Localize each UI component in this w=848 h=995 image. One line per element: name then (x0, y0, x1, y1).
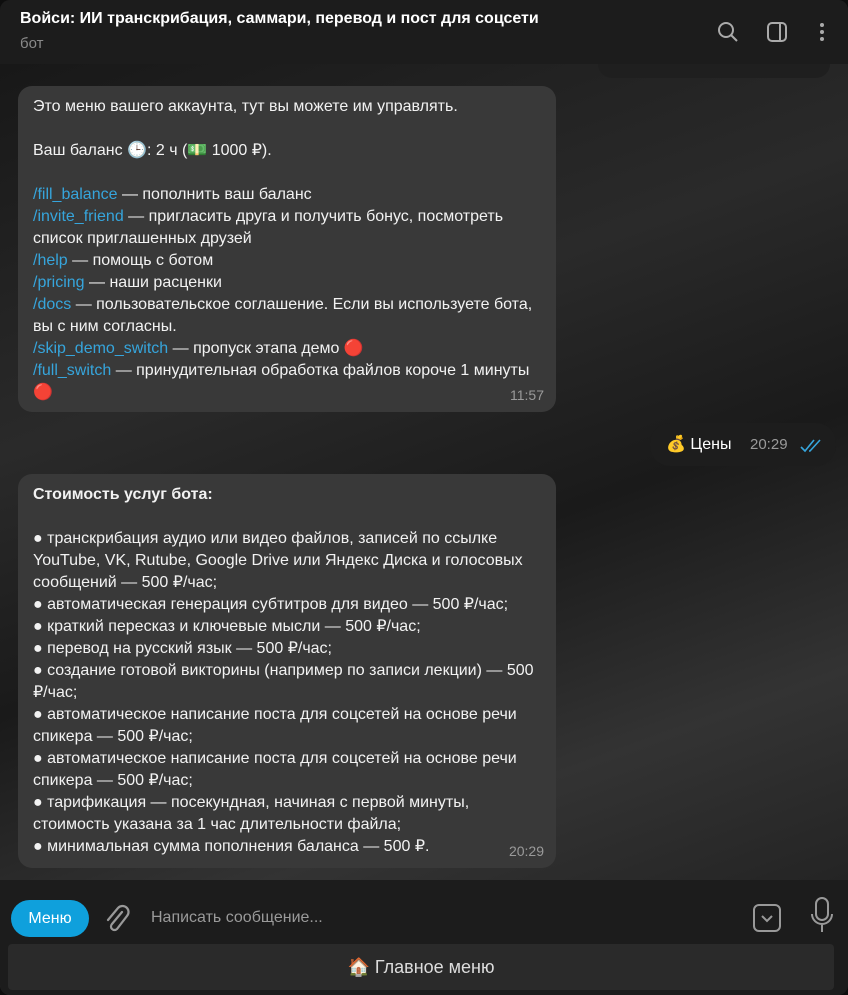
command-description: — пополнить ваш баланс (117, 186, 312, 203)
chat-header: Войси: ИИ транскрибация, саммари, перево… (0, 0, 848, 64)
outgoing-message: 💰 Цены 20:29 (650, 423, 836, 466)
command-description: — наши расценки (84, 274, 222, 291)
message-input[interactable] (140, 898, 730, 938)
balance-text: Ваш баланс 🕒: 2 ч (💵 1000 ₽). (33, 142, 272, 159)
pricing-item: ● автоматическая генерация субтитров для… (33, 596, 509, 613)
command-list: /fill_balance — пополнить ваш баланс/inv… (33, 184, 542, 404)
account-menu-message: Это меню вашего аккаунта, тут вы можете … (18, 86, 556, 412)
previous-message-partial (598, 64, 830, 78)
command-item: /docs — пользовательское соглашение. Есл… (33, 294, 542, 338)
more-vertical-icon[interactable] (810, 20, 834, 44)
composer-bar: Меню 🏠 Главное меню (0, 880, 848, 995)
message-time: 20:29 (508, 843, 544, 859)
command-description: — пропуск этапа демо 🔴 (168, 340, 364, 357)
command-link[interactable]: /fill_balance (33, 186, 118, 203)
pricing-list: ● транскрибация аудио или видео файлов, … (33, 528, 542, 858)
pricing-heading: Стоимость услуг бота: (33, 486, 213, 503)
command-link[interactable]: /help (33, 252, 68, 269)
message-intro: Это меню вашего аккаунта, тут вы можете … (33, 98, 458, 115)
command-item: /help — помощь с ботом (33, 250, 542, 272)
command-item: /fill_balance — пополнить ваш баланс (33, 184, 542, 206)
command-link[interactable]: /pricing (33, 274, 85, 291)
attach-icon[interactable] (102, 902, 130, 934)
command-link[interactable]: /invite_friend (33, 208, 124, 225)
command-link[interactable]: /docs (33, 296, 71, 313)
pricing-item: ● создание готовой викторины (например п… (33, 662, 534, 701)
command-item: /skip_demo_switch — пропуск этапа демо 🔴 (33, 338, 542, 360)
pricing-item: ● краткий пересказ и ключевые мысли — 50… (33, 618, 421, 635)
main-menu-keyboard-button[interactable]: 🏠 Главное меню (8, 944, 834, 990)
message-time: 20:29 (750, 436, 788, 453)
double-check-icon (800, 439, 821, 453)
command-item: /full_switch — принудительная обработка … (33, 360, 542, 404)
pricing-item: ● автоматическое написание поста для соц… (33, 706, 517, 745)
message-list[interactable]: Это меню вашего аккаунта, тут вы можете … (0, 64, 848, 880)
search-icon[interactable] (716, 20, 740, 44)
command-item: /invite_friend — пригласить друга и полу… (33, 206, 542, 250)
command-link[interactable]: /full_switch (33, 362, 111, 379)
command-description: — помощь с ботом (67, 252, 214, 269)
sidebar-toggle-icon[interactable] (765, 20, 789, 44)
pricing-item: ● минимальная сумма пополнения баланса —… (33, 838, 430, 855)
outgoing-text: 💰 Цены (666, 436, 732, 453)
message-time: 11:57 (510, 387, 544, 403)
command-description: — пользовательское соглашение. Если вы и… (33, 296, 533, 335)
keyboard-toggle-icon[interactable] (753, 904, 781, 932)
pricing-message: Стоимость услуг бота: ● транскрибация ау… (18, 474, 556, 868)
pricing-item: ● транскрибация аудио или видео файлов, … (33, 530, 523, 591)
microphone-icon[interactable] (810, 896, 834, 934)
command-link[interactable]: /skip_demo_switch (33, 340, 168, 357)
telegram-chat-window: Войси: ИИ транскрибация, саммари, перево… (0, 0, 848, 995)
bot-menu-button[interactable]: Меню (11, 900, 89, 937)
command-item: /pricing — наши расценки (33, 272, 542, 294)
chat-subtitle: бот (20, 35, 44, 52)
chat-title[interactable]: Войси: ИИ транскрибация, саммари, перево… (20, 10, 539, 28)
pricing-item: ● автоматическое написание поста для соц… (33, 750, 517, 789)
pricing-item: ● тарификация — посекундная, начиная с п… (33, 794, 470, 833)
pricing-item: ● перевод на русский язык — 500 ₽/час; (33, 640, 332, 657)
